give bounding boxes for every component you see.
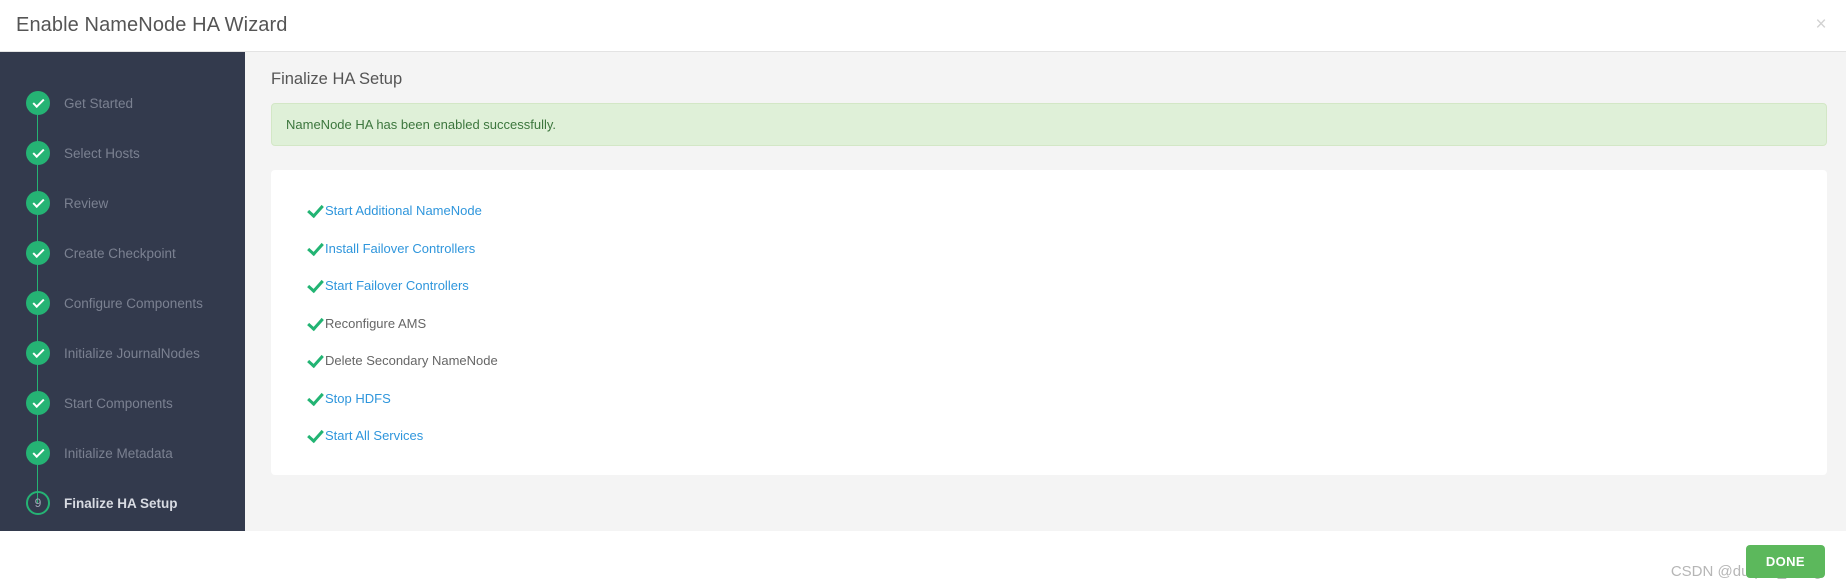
close-icon[interactable]: × <box>1808 12 1834 38</box>
step-check-icon <box>26 141 50 165</box>
sidebar-step-label: Review <box>64 195 109 211</box>
check-icon <box>31 445 45 458</box>
sidebar-step-label: Get Started <box>64 95 134 111</box>
step-check-icon <box>26 391 50 415</box>
sidebar-step-label: Initialize JournalNodes <box>64 345 200 361</box>
wizard-header: Enable NameNode HA Wizard × <box>0 0 1846 52</box>
check-icon <box>307 353 322 368</box>
check-icon <box>31 395 45 408</box>
sidebar-step-label: Configure Components <box>64 295 203 311</box>
check-icon <box>307 203 322 218</box>
check-icon <box>31 245 45 258</box>
step-check-icon <box>26 191 50 215</box>
wizard-footer: CSDN @duqiao_wang DONE <box>0 531 1846 588</box>
task-list-card: Start Additional NameNode Install Failove… <box>271 170 1827 475</box>
task-label: Reconfigure AMS <box>325 315 427 331</box>
done-button[interactable]: DONE <box>1745 545 1825 578</box>
step-check-icon <box>26 91 50 115</box>
sidebar-step-get-started[interactable]: Get Started <box>0 78 245 153</box>
step-check-icon <box>26 341 50 365</box>
check-icon <box>307 391 322 406</box>
check-icon <box>307 316 322 331</box>
check-icon <box>31 145 45 158</box>
task-item[interactable]: Start Additional NameNode <box>271 192 1827 230</box>
task-link[interactable]: Start All Services <box>325 428 423 443</box>
check-icon <box>31 195 45 208</box>
sidebar-step-label: Select Hosts <box>64 145 140 161</box>
success-alert-message: NameNode HA has been enabled successfull… <box>286 117 557 132</box>
task-link[interactable]: Stop HDFS <box>325 391 391 406</box>
sidebar-step-label: Initialize Metadata <box>64 445 173 461</box>
check-icon <box>31 295 45 308</box>
task-item[interactable]: Install Failover Controllers <box>271 230 1827 268</box>
check-icon <box>31 345 45 358</box>
step-check-icon <box>26 241 50 265</box>
step-number-badge: 9 <box>26 491 50 515</box>
sidebar-step-label: Start Components <box>64 395 173 411</box>
step-number: 9 <box>34 496 42 510</box>
task-link[interactable]: Start Additional NameNode <box>325 203 482 218</box>
content-title: Finalize HA Setup <box>271 70 403 88</box>
success-alert: NameNode HA has been enabled successfull… <box>271 103 1827 146</box>
task-item[interactable]: Stop HDFS <box>271 380 1827 418</box>
task-item[interactable]: Start Failover Controllers <box>271 267 1827 305</box>
wizard-step-sidebar: Get Started Select Hosts Review Create Chec… <box>0 52 245 531</box>
task-label: Delete Secondary NameNode <box>325 353 498 369</box>
task-link[interactable]: Start Failover Controllers <box>325 278 469 293</box>
task-item: Reconfigure AMS <box>271 305 1827 343</box>
enable-namenode-ha-wizard: Enable NameNode HA Wizard × Get Started S… <box>0 0 1846 588</box>
check-icon <box>307 278 322 293</box>
page-title: Enable NameNode HA Wizard <box>16 14 288 36</box>
check-icon <box>31 95 45 108</box>
sidebar-step-label: Create Checkpoint <box>64 245 176 261</box>
sidebar-step-label: Finalize HA Setup <box>64 495 178 511</box>
wizard-main-content: Finalize HA Setup NameNode HA has been e… <box>245 52 1846 531</box>
step-check-icon <box>26 291 50 315</box>
task-link[interactable]: Install Failover Controllers <box>325 241 475 256</box>
task-item: Delete Secondary NameNode <box>271 342 1827 380</box>
wizard-body: Get Started Select Hosts Review Create Chec… <box>0 52 1846 531</box>
task-item[interactable]: Start All Services <box>271 417 1827 455</box>
check-icon <box>307 241 322 256</box>
check-icon <box>307 428 322 443</box>
step-check-icon <box>26 441 50 465</box>
